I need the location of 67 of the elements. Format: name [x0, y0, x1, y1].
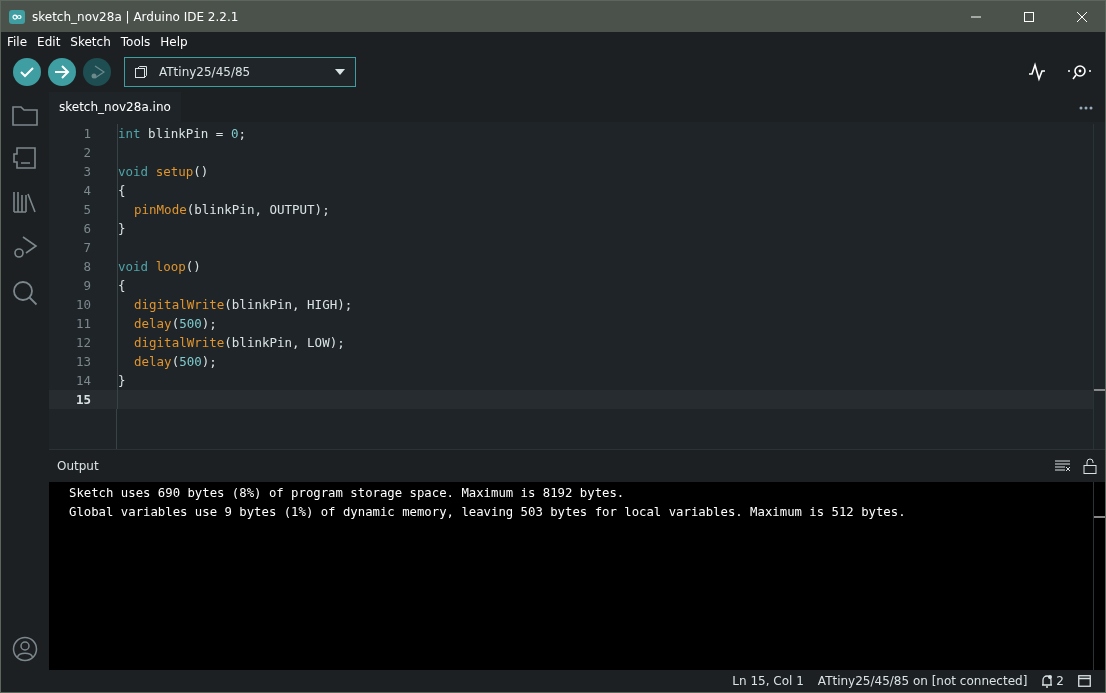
- menu-item[interactable]: Help: [160, 35, 188, 49]
- search-icon[interactable]: [12, 280, 38, 306]
- debug-button[interactable]: [83, 58, 111, 86]
- window-title: sketch_nov28a | Arduino IDE 2.2.1: [32, 9, 240, 24]
- account-icon[interactable]: [12, 636, 38, 662]
- line-number: 4: [82, 182, 92, 200]
- code-text: {: [117, 276, 1093, 295]
- line-number: 8: [82, 258, 92, 276]
- board-selector[interactable]: ATtiny25/45/85: [124, 57, 356, 87]
- menu-item[interactable]: Tools: [120, 35, 151, 49]
- scrollbar-marker: [1094, 389, 1105, 391]
- output-title: Output: [57, 459, 100, 473]
- output-line: Sketch uses 690 bytes (8%) of program storage space. Maximum is 8192 bytes.: [69, 485, 626, 502]
- infinity-logo-icon: [9, 9, 25, 24]
- line-number: 6: [82, 220, 92, 238]
- line-number: 14: [74, 372, 92, 390]
- library-icon[interactable]: [12, 190, 38, 214]
- line-number: 2: [82, 144, 92, 162]
- code-text: delay(500);: [117, 314, 1093, 333]
- close-icon[interactable]: [1077, 11, 1087, 22]
- play-bug-icon: [89, 64, 105, 80]
- upload-button[interactable]: [48, 58, 76, 86]
- minimize-icon[interactable]: [971, 15, 981, 18]
- arrow-right-icon: [54, 65, 70, 79]
- line-number: 12: [74, 334, 92, 352]
- output-line: Global variables use 9 bytes (1%) of dynamic memory, leaving 503 bytes for local variables. Maximum is 512 bytes.: [69, 504, 907, 521]
- panel-toggle-icon[interactable]: [1078, 675, 1091, 687]
- serial-plotter-button[interactable]: [1028, 62, 1046, 82]
- caret-icon: [335, 69, 345, 75]
- menu-item[interactable]: Edit: [37, 35, 61, 49]
- line-number: 13: [74, 353, 92, 371]
- code-text: int blinkPin = 0;: [117, 124, 1093, 143]
- line-number: 15: [49, 390, 117, 409]
- line-number: 5: [82, 201, 92, 219]
- cube-icon: [135, 66, 147, 78]
- code-text: }: [117, 219, 1093, 238]
- code-text: digitalWrite(blinkPin, HIGH);: [117, 295, 1093, 314]
- line-number: 7: [82, 239, 92, 257]
- menu-item[interactable]: File: [7, 35, 28, 49]
- bell-icon[interactable]: [1041, 674, 1054, 688]
- line-number: 9: [82, 277, 92, 295]
- lock-icon[interactable]: [1083, 458, 1097, 474]
- line-number: 3: [82, 163, 92, 181]
- folder-icon[interactable]: [12, 104, 38, 126]
- clear-output-icon[interactable]: [1055, 460, 1071, 472]
- code-text: void setup(): [117, 162, 1093, 181]
- line-number: 1: [82, 125, 92, 143]
- line-number: 11: [74, 315, 92, 333]
- maximize-icon[interactable]: [1024, 11, 1034, 22]
- menu-item[interactable]: Sketch: [70, 35, 111, 49]
- cursor-position[interactable]: Ln 15, Col 1: [732, 674, 804, 688]
- scrollbar-marker: [1094, 516, 1105, 518]
- board-icon[interactable]: [12, 146, 38, 170]
- checkmark-icon: [20, 66, 34, 78]
- code-text: {: [117, 181, 1093, 200]
- code-text: void loop(): [117, 257, 1093, 276]
- notification-count: 2: [1056, 674, 1064, 688]
- serial-monitor-button[interactable]: [1067, 62, 1093, 82]
- board-status[interactable]: ATtiny25/45/85 on [not connected]: [817, 674, 1028, 688]
- verify-button[interactable]: [13, 58, 41, 86]
- line-number: 10: [74, 296, 92, 314]
- more-icon[interactable]: [1079, 106, 1093, 110]
- debug-icon[interactable]: [12, 234, 38, 260]
- file-tab[interactable]: sketch_nov28a.ino: [49, 92, 181, 122]
- code-text: digitalWrite(blinkPin, LOW);: [117, 333, 1093, 352]
- code-text: delay(500);: [117, 352, 1093, 371]
- code-text: pinMode(blinkPin, OUTPUT);: [117, 200, 1093, 219]
